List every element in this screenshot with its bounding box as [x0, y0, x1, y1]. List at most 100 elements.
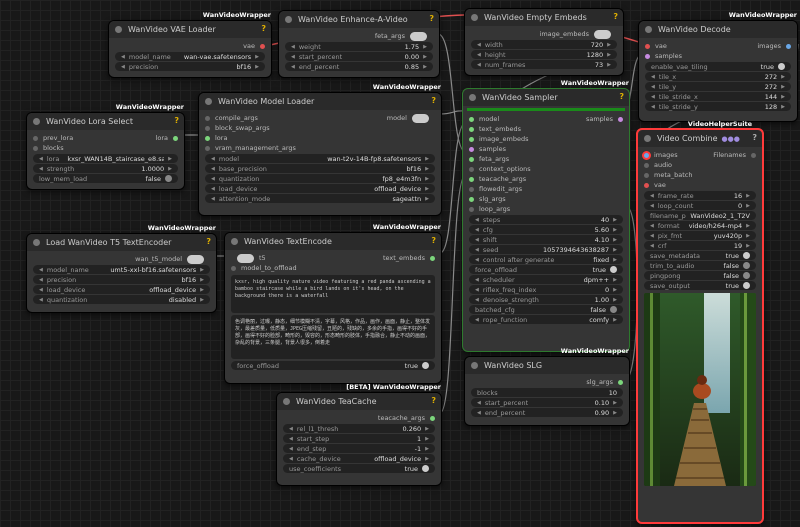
- node-lora-select[interactable]: WanVideoWrapper WanVideo Lora Select? pr…: [26, 103, 185, 190]
- widget-width[interactable]: ◀ width 720 ▶: [471, 40, 617, 49]
- collapse-dot[interactable]: [205, 98, 212, 105]
- widget-weight[interactable]: ◀ weight 1.75 ▶: [285, 42, 433, 51]
- node-text-encode[interactable]: WanVideoWrapper WanVideo TextEncode? t5 t…: [224, 223, 442, 384]
- widget-save-metadata[interactable]: save_metadata true: [644, 251, 756, 260]
- output-filenames[interactable]: Filenames: [713, 151, 756, 159]
- widget-attention-mode[interactable]: ◀ attention_mode sageattn ▶: [205, 194, 435, 203]
- widget-cfg[interactable]: ◀ cfg 5.60 ▶: [469, 225, 623, 234]
- widget-model-name[interactable]: ◀ model_name wan-vae.safetensors ▶: [115, 52, 265, 61]
- node-model-loader[interactable]: WanVideoWrapper WanVideo Model Loader? c…: [198, 83, 442, 216]
- widget-end-percent[interactable]: ◀ end_percent 0.90 ▶: [471, 408, 623, 417]
- output-samples[interactable]: samples: [586, 115, 623, 123]
- collapse-dot[interactable]: [644, 135, 651, 142]
- widget-save-output[interactable]: save_output true: [644, 281, 756, 290]
- input-text-embeds[interactable]: text_embeds: [469, 125, 521, 133]
- node-wanvideo-decode[interactable]: WanVideoWrapper WanVideo Decode vae image…: [638, 11, 798, 122]
- help-icon[interactable]: ?: [261, 24, 266, 33]
- widget-trim-to-audio[interactable]: trim_to_audio false: [644, 261, 756, 270]
- widget-low-mem-load[interactable]: low_mem_load false: [33, 174, 178, 183]
- input-block-swap-args[interactable]: block_swap_args: [205, 124, 270, 132]
- widget-loop-count[interactable]: ◀ loop_count 0 ▶: [644, 201, 756, 210]
- widget-quantization[interactable]: ◀ quantization disabled ▶: [33, 295, 210, 304]
- input-model[interactable]: model: [469, 115, 499, 123]
- node-slg[interactable]: WanVideoWrapper WanVideo SLG slg_args bl…: [464, 347, 630, 426]
- node-t5-textencoder-loader[interactable]: WanVideoWrapper Load WanVideo T5 TextEnc…: [26, 224, 217, 313]
- input-context-options[interactable]: context_options: [469, 165, 531, 173]
- widget-cache-device[interactable]: ◀ cache_device offload_device ▶: [283, 454, 435, 463]
- input-meta-batch[interactable]: meta_batch: [644, 171, 692, 179]
- output-model[interactable]: model: [387, 113, 435, 124]
- help-icon[interactable]: ?: [752, 133, 757, 142]
- output-feta-args[interactable]: feta_args: [375, 31, 433, 42]
- help-icon[interactable]: ?: [431, 236, 436, 245]
- node-vae-loader[interactable]: WanVideoWrapper WanVideo VAE Loader? vae…: [108, 11, 272, 78]
- output-vae[interactable]: vae: [243, 42, 265, 50]
- widget-start-percent[interactable]: ◀ start_percent 0.10 ▶: [471, 398, 623, 407]
- collapse-dot[interactable]: [285, 16, 292, 23]
- video-preview[interactable]: [644, 293, 756, 486]
- input-samples[interactable]: samples: [645, 52, 682, 60]
- output-lora[interactable]: lora: [156, 134, 178, 142]
- output-slg-args[interactable]: slg_args: [586, 378, 623, 386]
- widget-force-offload[interactable]: force_offload true: [469, 265, 623, 274]
- help-icon[interactable]: ?: [619, 92, 624, 101]
- widget-force-offload[interactable]: force_offload true: [231, 361, 435, 370]
- widget-pingpong[interactable]: pingpong false: [644, 271, 756, 280]
- widget-control-after-generate[interactable]: ◀ control after generate fixed ▶: [469, 255, 623, 264]
- node-video-combine[interactable]: VideoHelperSuite Video Combine ●●●? image…: [636, 120, 764, 524]
- output-image-embeds[interactable]: image_embeds: [540, 29, 617, 40]
- help-icon[interactable]: ?: [431, 96, 436, 105]
- input-images[interactable]: images: [644, 151, 678, 159]
- widget-tile-x[interactable]: ◀ tile_x 272 ▶: [645, 72, 791, 81]
- widget-start-step[interactable]: ◀ start_step 1 ▶: [283, 434, 435, 443]
- input-samples[interactable]: samples: [469, 145, 506, 153]
- widget-lora[interactable]: ◀lorakxsr_WAN14B_staircase_e8.safete...▶: [33, 154, 178, 163]
- collapse-dot[interactable]: [33, 239, 40, 246]
- widget-precision[interactable]: ◀ precision bf16 ▶: [33, 275, 210, 284]
- widget-strength[interactable]: ◀ strength 1.0000 ▶: [33, 164, 178, 173]
- widget-pix-fmt[interactable]: ◀ pix_fmt yuv420p ▶: [644, 231, 756, 240]
- widget-batched-cfg[interactable]: batched_cfg false: [469, 305, 623, 314]
- widget-rel-l1-thresh[interactable]: ◀ rel_l1_thresh 0.260 ▶: [283, 424, 435, 433]
- widget-steps[interactable]: ◀ steps 40 ▶: [469, 215, 623, 224]
- node-enhance-a-video[interactable]: WanVideo Enhance-A-Video? feta_args ◀ wei…: [278, 10, 440, 78]
- input-model-to-offload[interactable]: model_to_offload: [231, 264, 297, 272]
- widget-base-precision[interactable]: ◀ base_precision bf16 ▶: [205, 164, 435, 173]
- input-loop-args[interactable]: loop_args: [469, 205, 510, 213]
- help-icon[interactable]: ?: [206, 237, 211, 246]
- input-t5[interactable]: t5: [231, 253, 266, 264]
- widget-denoise-strength[interactable]: ◀ denoise_strength 1.00 ▶: [469, 295, 623, 304]
- widget-model-name[interactable]: ◀ model_name umt5-xxl-bf16.safetensors ▶: [33, 265, 210, 274]
- collapse-dot[interactable]: [471, 362, 478, 369]
- input-teacache-args[interactable]: teacache_args: [469, 175, 526, 183]
- widget-shift[interactable]: ◀ shift 4.10 ▶: [469, 235, 623, 244]
- widget-load-device[interactable]: ◀ load_device offload_device ▶: [33, 285, 210, 294]
- widget-seed[interactable]: ◀ seed 1057394643638287 ▶: [469, 245, 623, 254]
- help-icon[interactable]: ?: [613, 12, 618, 21]
- collapse-dot[interactable]: [471, 14, 478, 21]
- input-audio[interactable]: audio: [644, 161, 672, 169]
- positive-prompt-textarea[interactable]: kxsr, high quality nature video featurin…: [231, 275, 435, 313]
- widget-frame-rate[interactable]: ◀ frame_rate 16 ▶: [644, 191, 756, 200]
- widget-end-percent[interactable]: ◀ end_percent 0.85 ▶: [285, 62, 433, 71]
- input-lora[interactable]: lora: [205, 134, 227, 142]
- widget-riflex-freq-index[interactable]: ◀ riflex_freq_index 0 ▶: [469, 285, 623, 294]
- collapse-dot[interactable]: [231, 238, 238, 245]
- collapse-dot[interactable]: [115, 26, 122, 33]
- input-flowedit-args[interactable]: flowedit_args: [469, 185, 522, 193]
- output-wan-t5-model[interactable]: wan_t5_model: [135, 254, 210, 265]
- widget-precision[interactable]: ◀ precision bf16 ▶: [115, 62, 265, 71]
- input-image-embeds[interactable]: image_embeds: [469, 135, 528, 143]
- input-vae[interactable]: vae: [645, 42, 667, 50]
- input-vae[interactable]: vae: [644, 181, 666, 189]
- node-teacache[interactable]: [BETA] WanVideoWrapper WanVideo TeaCache…: [276, 383, 442, 486]
- widget-start-percent[interactable]: ◀ start_percent 0.00 ▶: [285, 52, 433, 61]
- widget-height[interactable]: ◀ height 1280 ▶: [471, 50, 617, 59]
- help-icon[interactable]: ?: [174, 116, 179, 125]
- widget-num-frames[interactable]: ◀ num_frames 73 ▶: [471, 60, 617, 69]
- widget-model[interactable]: ◀ model wan-t2v-14B-fp8.safetensors ▶: [205, 154, 435, 163]
- widget-enable-vae-tiling[interactable]: enable_vae_tiling true: [645, 62, 791, 71]
- input-feta-args[interactable]: feta_args: [469, 155, 509, 163]
- collapse-dot[interactable]: [645, 26, 652, 33]
- widget-load-device[interactable]: ◀ load_device offload_device ▶: [205, 184, 435, 193]
